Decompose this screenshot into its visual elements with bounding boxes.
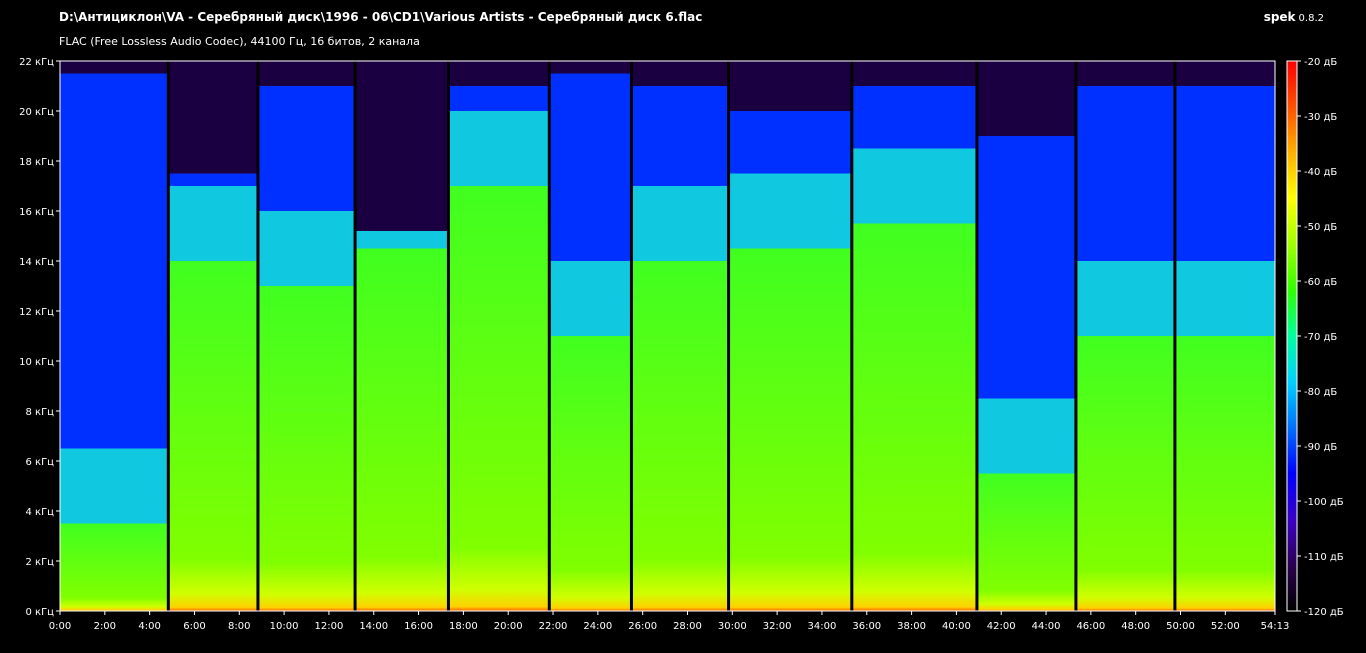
x-tick-label: 44:00 <box>1032 621 1061 632</box>
track-region <box>549 73 632 611</box>
x-tick-label: 54:13 <box>1261 621 1290 632</box>
scale-tick-label: -30 дБ <box>1304 112 1337 123</box>
x-tick-label: 34:00 <box>808 621 837 632</box>
track-region <box>851 86 977 611</box>
scale-tick-label: -90 дБ <box>1304 442 1337 453</box>
track-low-band <box>448 186 550 611</box>
x-tick-label: 4:00 <box>138 621 160 632</box>
track-region <box>728 111 852 611</box>
x-tick-label: 38:00 <box>897 621 926 632</box>
x-tick-label: 6:00 <box>183 621 205 632</box>
track-separator <box>256 61 260 611</box>
x-tick-label: 40:00 <box>942 621 971 632</box>
track-region <box>1075 86 1175 611</box>
track-low-band <box>355 248 449 611</box>
x-tick-label: 46:00 <box>1076 621 1105 632</box>
x-tick-label: 24:00 <box>583 621 612 632</box>
x-tick-label: 26:00 <box>628 621 657 632</box>
track-low-band <box>728 248 852 611</box>
scale-tick-label: -40 дБ <box>1304 167 1337 178</box>
track-low-band <box>1075 336 1175 611</box>
x-tick-label: 50:00 <box>1166 621 1195 632</box>
spectrogram-chart: 0 кГц 2 кГц 4 кГц 6 кГц 8 кГц 10 кГц 12 кГц 14 … <box>19 57 1344 632</box>
scale-tick-label: -80 дБ <box>1304 387 1337 398</box>
track-separator <box>353 61 357 611</box>
track-low-band <box>168 261 258 611</box>
color-scale: -20 дБ -30 дБ -40 дБ -50 дБ -60 дБ -70 дБ -80 … <box>1286 57 1344 618</box>
x-tick-label: 28:00 <box>673 621 702 632</box>
y-tick-label: 22 кГц <box>19 57 54 68</box>
scale-tick-label: -100 дБ <box>1304 497 1344 508</box>
x-tick-label: 20:00 <box>494 621 523 632</box>
x-tick-label: 14:00 <box>359 621 388 632</box>
y-tick-label: 10 кГц <box>19 357 54 368</box>
scale-tick-label: -60 дБ <box>1304 277 1337 288</box>
scale-tick-label: -50 дБ <box>1304 222 1337 233</box>
x-tick-label: 2:00 <box>94 621 116 632</box>
track-separator <box>166 61 170 611</box>
y-tick-label: 0 кГц <box>26 607 55 618</box>
y-tick-label: 20 кГц <box>19 107 54 118</box>
x-tick-label: 22:00 <box>539 621 568 632</box>
track-region <box>1174 86 1275 611</box>
track-low-band <box>549 336 632 611</box>
y-tick-label: 6 кГц <box>26 457 55 468</box>
track-low-band <box>631 261 729 611</box>
track-region <box>448 86 550 611</box>
y-tick-label: 2 кГц <box>26 557 55 568</box>
track-region <box>168 173 258 611</box>
y-tick-label: 16 кГц <box>19 207 54 218</box>
y-tick-label: 12 кГц <box>19 307 54 318</box>
x-tick-label: 12:00 <box>315 621 344 632</box>
x-tick-label: 48:00 <box>1121 621 1150 632</box>
spectrogram-plot <box>60 61 1275 611</box>
track-region <box>631 86 729 611</box>
track-separator <box>446 61 450 611</box>
track-region <box>355 231 449 611</box>
x-tick-label: 52:00 <box>1211 621 1240 632</box>
x-tick-label: 18:00 <box>449 621 478 632</box>
scale-tick-label: -110 дБ <box>1304 552 1344 563</box>
track-low-band <box>976 473 1076 611</box>
track-low-band <box>851 223 977 611</box>
track-region <box>976 136 1076 611</box>
y-tick-label: 4 кГц <box>26 507 55 518</box>
track-separator <box>975 61 979 611</box>
track-low-band <box>60 523 169 611</box>
x-tick-label: 8:00 <box>228 621 250 632</box>
y-tick-label: 8 кГц <box>26 407 55 418</box>
y-tick-label: 14 кГц <box>19 257 54 268</box>
track-low-band <box>1174 336 1275 611</box>
y-tick-label: 18 кГц <box>19 157 54 168</box>
x-tick-label: 42:00 <box>987 621 1016 632</box>
color-scale-bar <box>1287 61 1297 611</box>
scale-tick-label: -120 дБ <box>1304 607 1344 618</box>
x-tick-label: 16:00 <box>404 621 433 632</box>
x-tick-label: 32:00 <box>763 621 792 632</box>
track-separator <box>727 61 731 611</box>
scale-tick-label: -20 дБ <box>1304 57 1337 68</box>
track-separator <box>1173 61 1177 611</box>
track-separator <box>629 61 633 611</box>
x-tick-label: 0:00 <box>49 621 71 632</box>
track-region <box>257 86 356 611</box>
track-separator <box>547 61 551 611</box>
x-tick-label: 36:00 <box>852 621 881 632</box>
x-tick-label: 30:00 <box>718 621 747 632</box>
track-separator <box>850 61 854 611</box>
x-tick-label: 10:00 <box>270 621 299 632</box>
track-separator <box>1074 61 1078 611</box>
track-low-band <box>257 286 356 611</box>
scale-tick-label: -70 дБ <box>1304 332 1337 343</box>
track-region <box>60 73 169 611</box>
